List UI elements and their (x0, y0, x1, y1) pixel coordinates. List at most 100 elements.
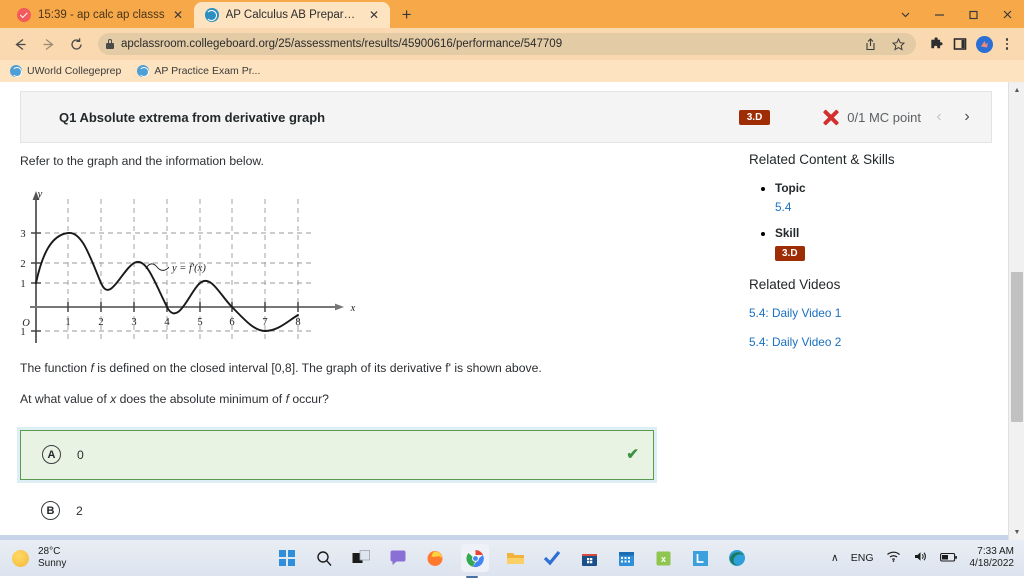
share-icon[interactable] (860, 33, 880, 55)
start-button-icon[interactable] (276, 547, 298, 569)
svg-text:2: 2 (98, 317, 103, 328)
firefox-icon[interactable] (424, 547, 446, 569)
microsoft-store-icon[interactable] (578, 547, 600, 569)
close-icon[interactable]: ✕ (368, 9, 381, 21)
chrome-icon[interactable] (461, 544, 489, 578)
related-skill-item: Skill 3.D (775, 226, 989, 261)
next-question-button[interactable]: › (957, 108, 977, 126)
svg-text:3: 3 (20, 229, 25, 240)
skill-label: Skill (775, 226, 800, 240)
related-rail: Related Content & Skills Topic 5.4 Skill… (749, 152, 989, 364)
page-viewport: Q1 Absolute extrema from derivative grap… (0, 82, 1024, 540)
profile-avatar[interactable] (974, 33, 994, 55)
lock-icon (106, 39, 114, 49)
video-link-1[interactable]: 5.4: Daily Video 1 (749, 306, 989, 320)
browser-menu-icon[interactable] (998, 33, 1016, 55)
wifi-icon[interactable] (886, 550, 901, 566)
chevron-down-icon[interactable] (888, 0, 922, 28)
svg-text:6: 6 (229, 317, 234, 328)
sidebar-toggle-icon[interactable] (950, 33, 970, 55)
reload-icon[interactable] (64, 32, 88, 56)
minimize-icon[interactable] (922, 0, 956, 28)
forward-icon[interactable] (36, 32, 60, 56)
related-content-title: Related Content & Skills (749, 152, 895, 167)
task-view-icon[interactable] (350, 547, 372, 569)
page-title: Q1 Absolute extrema from derivative grap… (59, 109, 326, 125)
correct-check-icon: ✔ (626, 446, 639, 464)
video-link-2[interactable]: 5.4: Daily Video 2 (749, 335, 989, 349)
new-tab-button[interactable]: + (394, 2, 420, 28)
address-bar[interactable]: apclassroom.collegeboard.org/25/assessme… (98, 33, 916, 55)
score-text: 0/1 MC point (847, 109, 921, 125)
window-controls (888, 0, 1024, 28)
url-text: apclassroom.collegeboard.org/25/assessme… (121, 38, 563, 50)
maximize-icon[interactable] (956, 0, 990, 28)
weather-condition: Sunny (38, 558, 67, 569)
battery-icon[interactable] (939, 551, 958, 566)
related-list: Topic 5.4 Skill 3.D (749, 181, 989, 261)
scrollbar-thumb[interactable] (1011, 272, 1023, 422)
todo-check-icon[interactable] (541, 547, 563, 569)
clock[interactable]: 7:33 AM 4/18/2022 (970, 546, 1015, 571)
previous-question-button[interactable]: ‹ (929, 108, 949, 126)
related-topic-item: Topic 5.4 (775, 181, 989, 214)
topic-label: Topic (775, 181, 806, 195)
taskbar-icons: x (276, 544, 748, 578)
answer-choices: A 0 ✔ B 2 (17, 426, 720, 536)
weather-temp: 28°C (38, 546, 61, 557)
svg-text:2: 2 (20, 259, 25, 270)
file-explorer-icon[interactable] (504, 547, 526, 569)
volume-icon[interactable] (913, 550, 928, 566)
browser-tab-2[interactable]: AP Calculus AB Preparation for A ✕ (193, 2, 390, 28)
sun-icon (12, 549, 29, 567)
svg-text:x: x (660, 554, 665, 564)
bookmark-label: UWorld Collegeprep (27, 65, 122, 77)
search-icon[interactable] (313, 547, 335, 569)
tray-chevron-icon[interactable]: ∧ (831, 552, 839, 564)
skill-badge: 3.D (775, 246, 805, 261)
choice-text: 0 (77, 447, 84, 462)
bookmark-ap-practice[interactable]: AP Practice Exam Pr... (137, 65, 260, 77)
status-badge: 3.D (738, 109, 771, 125)
svg-text:7: 7 (262, 317, 267, 328)
learn-app-icon[interactable] (689, 547, 711, 569)
edge-icon[interactable] (726, 547, 748, 569)
excel-icon[interactable]: x (652, 547, 674, 569)
language-indicator[interactable]: ENG (851, 552, 874, 564)
answer-choice-a[interactable]: A 0 ✔ (17, 426, 657, 483)
svg-text:5: 5 (197, 317, 202, 328)
answer-choice-b[interactable]: B 2 (20, 486, 654, 536)
browser-toolbar: apclassroom.collegeboard.org/25/assessme… (0, 28, 1024, 60)
close-icon[interactable]: ✕ (172, 9, 185, 21)
close-window-icon[interactable] (990, 0, 1024, 28)
weather-widget[interactable]: 28°C Sunny (12, 546, 66, 570)
topic-link[interactable]: 5.4 (775, 200, 791, 214)
choice-letter: A (42, 445, 61, 465)
svg-text:4: 4 (164, 317, 170, 328)
derivative-graph-figure: 3 2 1 −1 1 2 3 4 5 6 7 8 O (20, 185, 365, 345)
bookmark-uworld[interactable]: UWorld Collegeprep (10, 65, 121, 77)
scroll-down-icon[interactable]: ▼ (1009, 524, 1024, 540)
back-icon[interactable] (8, 32, 32, 56)
clock-time: 7:33 AM (977, 545, 1014, 557)
score-group: 0/1 MC point ‹ › (822, 108, 977, 126)
globe-icon (204, 8, 219, 22)
chat-icon[interactable] (387, 547, 409, 569)
svg-text:8: 8 (295, 317, 300, 328)
weather-text: 28°C Sunny (38, 546, 66, 570)
bookmark-star-icon[interactable] (888, 33, 908, 55)
system-tray: ∧ ENG 7:33 AM 4/18/2022 (831, 546, 1014, 571)
question-header: Q1 Absolute extrema from derivative grap… (20, 91, 992, 143)
calendar-icon[interactable] (615, 547, 637, 569)
extensions-puzzle-icon[interactable] (926, 33, 946, 55)
svg-text:1: 1 (20, 279, 25, 290)
related-videos-title: Related Videos (749, 277, 841, 292)
scroll-up-icon[interactable]: ▲ (1009, 82, 1024, 98)
tab-strip: 15:39 - ap calc ap classs ✕ AP Calculus … (0, 0, 1024, 28)
windows-taskbar: 28°C Sunny x ∧ ENG 7:33 AM 4/18/2022 (0, 540, 1024, 578)
incorrect-x-icon (822, 109, 839, 126)
globe-icon (10, 65, 22, 77)
svg-text:x: x (350, 303, 356, 314)
browser-tab-1[interactable]: 15:39 - ap calc ap classs ✕ (6, 2, 194, 28)
vertical-scrollbar[interactable]: ▲ ▼ (1008, 82, 1024, 540)
